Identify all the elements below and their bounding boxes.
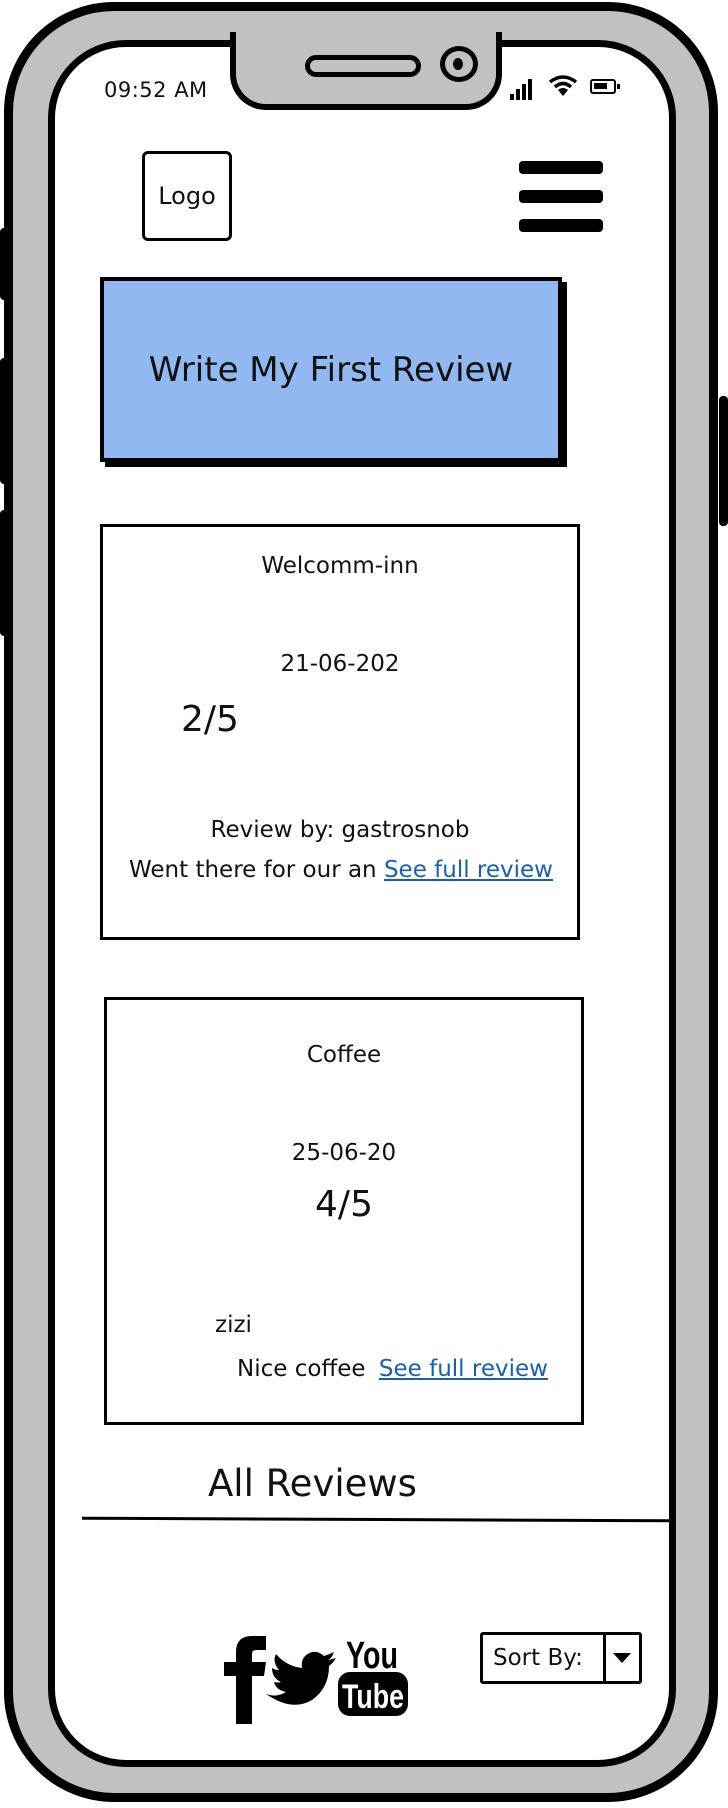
power-button bbox=[719, 396, 728, 526]
review-card: Coffee 25-06-20 4/5 zizi Nice coffee See… bbox=[104, 997, 584, 1425]
review-title: Welcomm-inn bbox=[261, 553, 419, 579]
review-card: Welcomm-inn 21-06-202 2/5 Review by: gas… bbox=[100, 524, 580, 940]
review-date: 21-06-202 bbox=[280, 651, 400, 677]
status-time: 09:52 AM bbox=[104, 78, 208, 102]
youtube-icon[interactable]: You Tube bbox=[338, 1635, 408, 1716]
chevron-down-icon[interactable] bbox=[613, 1653, 631, 1663]
svg-text:You: You bbox=[346, 1635, 398, 1677]
side-button bbox=[0, 358, 9, 484]
facebook-icon[interactable] bbox=[224, 1636, 266, 1724]
review-rating: 4/5 bbox=[315, 1184, 373, 1225]
review-excerpt: Nice coffee bbox=[237, 1356, 366, 1382]
review-excerpt-line: Went there for our an See full review bbox=[129, 857, 553, 883]
social-links: You Tube bbox=[224, 1635, 408, 1724]
front-camera bbox=[440, 46, 478, 82]
all-reviews-heading: All Reviews bbox=[208, 1462, 417, 1505]
review-date: 25-06-20 bbox=[291, 1140, 397, 1166]
wifi-icon bbox=[548, 75, 578, 96]
dropdown-separator bbox=[603, 1635, 606, 1681]
write-first-review-button[interactable]: Write My First Review bbox=[100, 277, 562, 462]
review-author: zizi bbox=[215, 1312, 252, 1338]
see-full-review-link[interactable]: See full review bbox=[379, 1356, 548, 1382]
svg-text:Tube: Tube bbox=[342, 1678, 404, 1716]
sort-by-label: Sort By: bbox=[493, 1645, 583, 1671]
review-excerpt-line: Nice coffee See full review bbox=[237, 1356, 548, 1382]
battery-icon bbox=[590, 79, 620, 94]
twitter-icon[interactable] bbox=[266, 1651, 336, 1705]
sort-by-dropdown[interactable]: Sort By: bbox=[480, 1632, 642, 1684]
side-button bbox=[0, 228, 9, 300]
logo[interactable]: Logo bbox=[142, 151, 232, 241]
see-full-review-link[interactable]: See full review bbox=[384, 857, 553, 883]
review-excerpt: Went there for our an bbox=[129, 857, 377, 883]
review-title: Coffee bbox=[306, 1042, 382, 1068]
hamburger-menu-icon[interactable] bbox=[519, 161, 603, 233]
review-author: Review by: gastrosnob bbox=[210, 817, 470, 843]
speaker-grille bbox=[305, 55, 421, 77]
signal-icon bbox=[510, 76, 538, 100]
review-rating: 2/5 bbox=[181, 699, 239, 740]
side-button bbox=[0, 510, 9, 636]
